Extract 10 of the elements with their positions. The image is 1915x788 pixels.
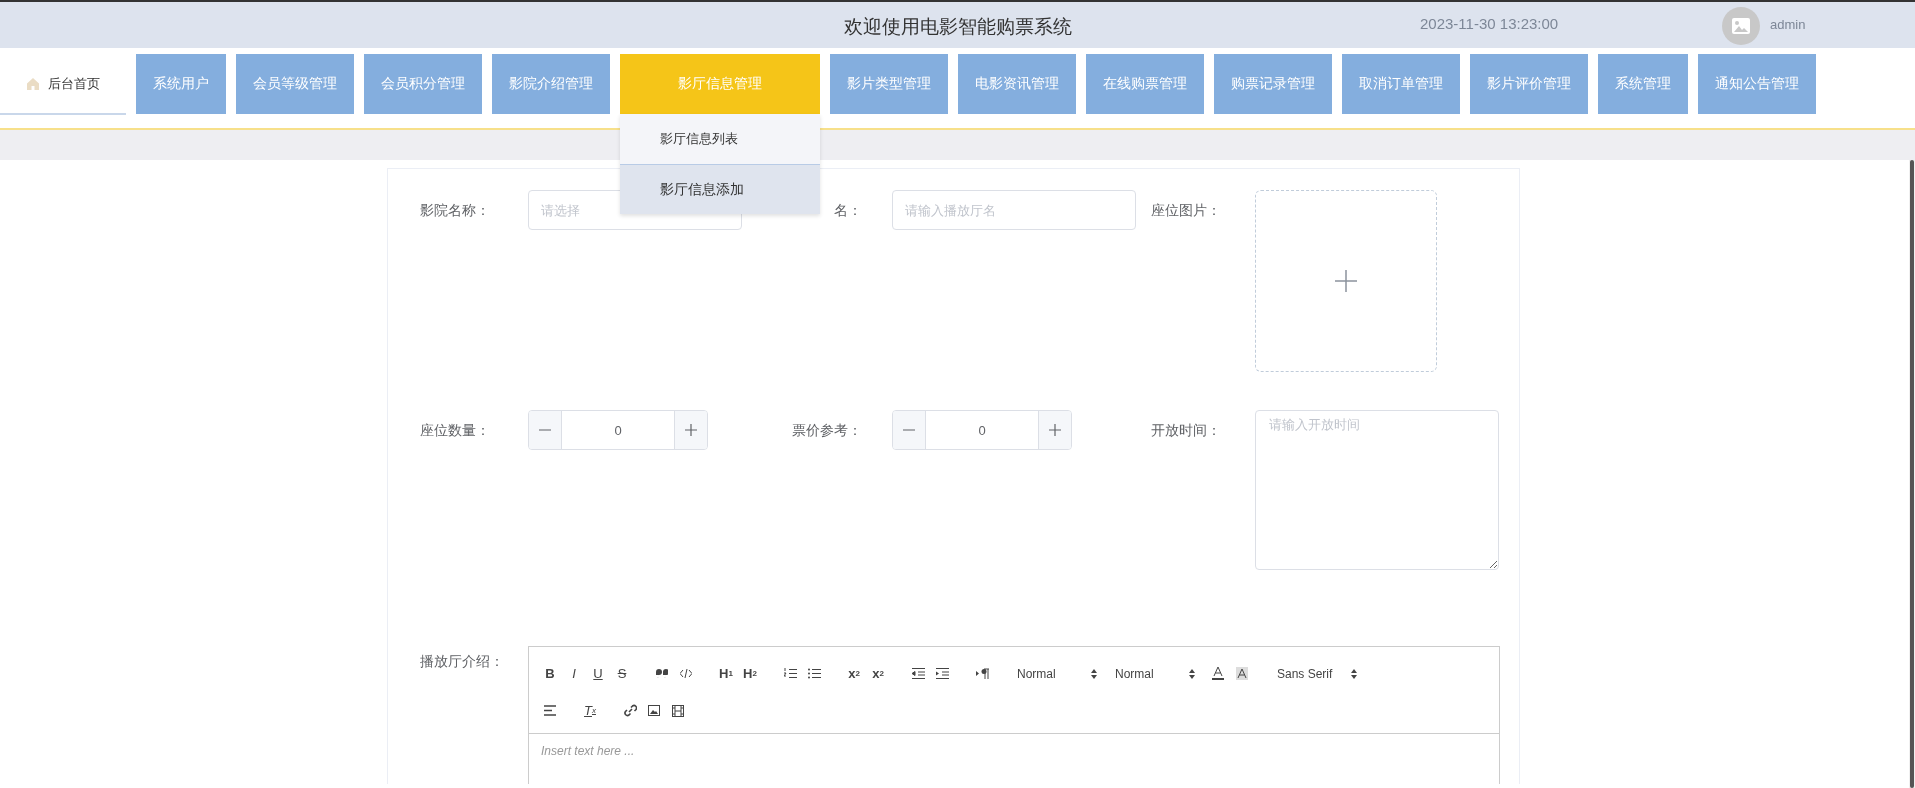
field-label: 播放厅介绍： bbox=[420, 652, 505, 671]
datetime: 2023-11-30 13:23:00 bbox=[1420, 15, 1559, 32]
field-label: 开放时间： bbox=[1151, 421, 1222, 440]
field-label: 名： bbox=[833, 201, 863, 220]
field-label: 座位数量： bbox=[420, 421, 491, 440]
username: admin bbox=[1770, 17, 1806, 32]
field-label: 座位图片： bbox=[1151, 201, 1222, 220]
field-label: 影院名称： bbox=[420, 201, 491, 220]
header-title: 欢迎使用电影智能购票系统 bbox=[843, 16, 1072, 37]
field-label: 票价参考： bbox=[791, 421, 863, 440]
